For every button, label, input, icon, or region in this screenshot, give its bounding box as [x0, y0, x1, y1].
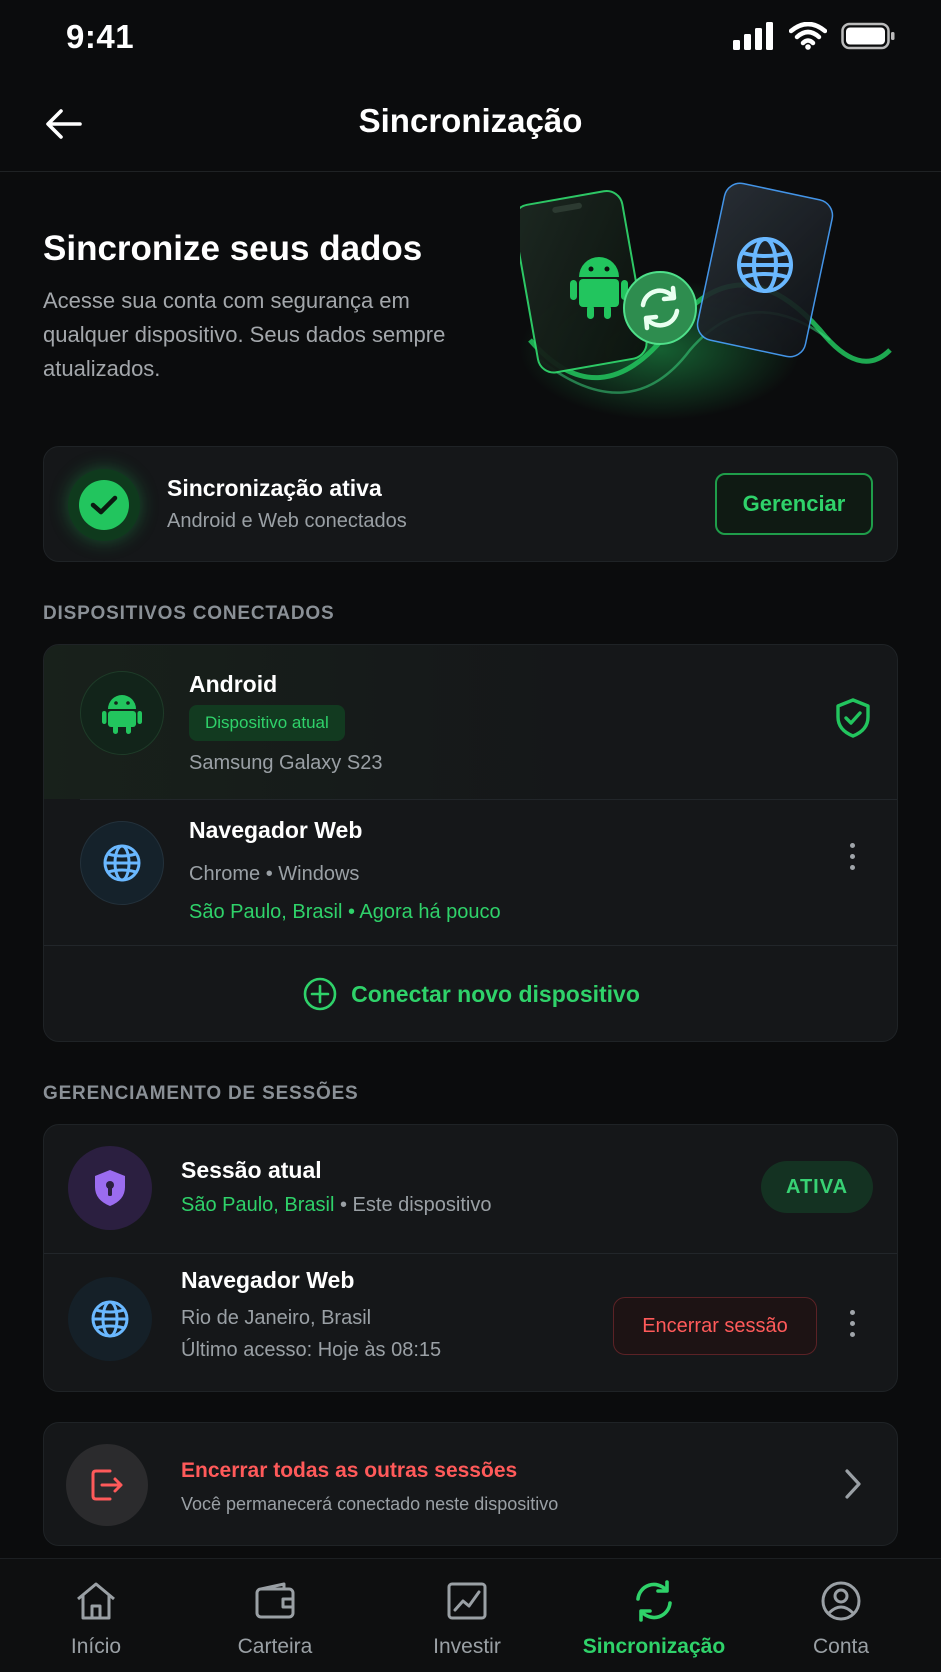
chart-icon: [447, 1582, 487, 1620]
end-all-title: Encerrar todas as outras sessões: [181, 1459, 518, 1482]
devices-card: Android Dispositivo atual Samsung Galaxy…: [43, 644, 898, 1042]
check-circle-icon: [68, 469, 140, 541]
sessions-section-label: GERENCIAMENTO DE SESSÕES: [43, 1083, 359, 1104]
tab-carteira[interactable]: Carteira: [195, 1559, 355, 1672]
status-time: 9:41: [66, 18, 135, 55]
session-location: Rio de Janeiro, Brasil: [181, 1307, 372, 1329]
chevron-right-icon: [845, 1469, 861, 1499]
sync-status-card: Sincronização ativa Android e Web conect…: [43, 446, 898, 562]
wallet-icon: [255, 1582, 295, 1619]
device-name: Navegador Web: [189, 817, 363, 843]
device-browser: Chrome • Windows: [189, 863, 360, 885]
hero-title: Sincronize seus dados: [43, 229, 423, 268]
sync-status-title: Sincronização ativa: [167, 475, 382, 501]
hero-section: Sincronize seus dados Acesse sua conta c…: [0, 172, 941, 432]
android-icon: [80, 671, 164, 755]
home-icon: [77, 1582, 115, 1620]
tab-sincronizacao[interactable]: Sincronização: [574, 1559, 734, 1672]
sync-status-subtitle: Android e Web conectados: [167, 510, 407, 532]
tab-inicio[interactable]: Início: [16, 1559, 176, 1672]
sessions-card: Sessão atual São Paulo, Brasil • Este di…: [43, 1124, 898, 1392]
bottom-tab-bar: Início Carteira Investir Sincronização C…: [0, 1558, 941, 1672]
device-row-web[interactable]: Navegador Web Chrome • Windows São Paulo…: [44, 799, 897, 945]
tab-label: Sincronização: [582, 1635, 726, 1658]
more-options-icon[interactable]: [850, 843, 855, 870]
session-row-current: Sessão atual São Paulo, Brasil • Este di…: [44, 1125, 897, 1253]
plus-circle-icon: [303, 977, 337, 1011]
status-icons: [733, 22, 895, 50]
active-status-badge: ATIVA: [761, 1161, 873, 1213]
page-title: Sincronização: [358, 102, 583, 139]
device-model: Samsung Galaxy S23: [189, 752, 383, 774]
end-all-sessions-button[interactable]: Encerrar todas as outras sessões Você pe…: [43, 1422, 898, 1546]
device-row-android[interactable]: Android Dispositivo atual Samsung Galaxy…: [44, 645, 897, 799]
session-name: Sessão atual: [181, 1157, 322, 1183]
session-row-web: Navegador Web Rio de Janeiro, Brasil Últ…: [44, 1253, 897, 1391]
sync-illustration: [520, 182, 892, 420]
battery-icon: [841, 22, 895, 50]
tab-label: Investir: [433, 1635, 501, 1658]
session-location: São Paulo, Brasil: [181, 1194, 335, 1216]
devices-section-label: DISPOSITIVOS CONECTADOS: [43, 603, 335, 624]
device-name: Android: [189, 671, 278, 697]
signal-icon: [733, 22, 773, 50]
tab-conta[interactable]: Conta: [761, 1559, 921, 1672]
profile-icon: [821, 1581, 861, 1621]
session-name: Navegador Web: [181, 1267, 355, 1293]
end-session-button[interactable]: Encerrar sessão: [613, 1297, 817, 1355]
hero-description: Acesse sua conta com segurança em qualqu…: [43, 288, 446, 381]
session-device-note: • Este dispositivo: [339, 1194, 492, 1216]
status-bar: 9:41: [0, 0, 941, 74]
wifi-icon: [789, 22, 827, 50]
tab-investir[interactable]: Investir: [387, 1559, 547, 1672]
current-device-badge: Dispositivo atual: [189, 705, 345, 741]
connect-device-label: Conectar novo dispositivo: [351, 980, 640, 1007]
manage-button[interactable]: Gerenciar: [715, 473, 873, 535]
session-details: São Paulo, Brasil • Este dispositivo: [181, 1194, 492, 1217]
tab-label: Carteira: [237, 1635, 313, 1658]
shield-check-icon: [836, 698, 870, 738]
shield-lock-icon: [68, 1146, 152, 1230]
top-bar: Sincronização: [0, 74, 941, 172]
tab-label: Início: [70, 1635, 122, 1658]
logout-icon: [66, 1444, 148, 1526]
globe-icon: [68, 1277, 152, 1361]
globe-icon: [80, 821, 164, 905]
connect-device-button[interactable]: Conectar novo dispositivo: [44, 945, 897, 1041]
sync-icon: [636, 1580, 672, 1622]
session-last-access: Último acesso: Hoje às 08:15: [181, 1339, 442, 1361]
more-options-icon[interactable]: [850, 1310, 855, 1337]
end-all-subtitle: Você permanecerá conectado neste disposi…: [181, 1494, 559, 1514]
device-location: São Paulo, Brasil • Agora há pouco: [189, 901, 501, 923]
tab-label: Conta: [812, 1635, 870, 1658]
